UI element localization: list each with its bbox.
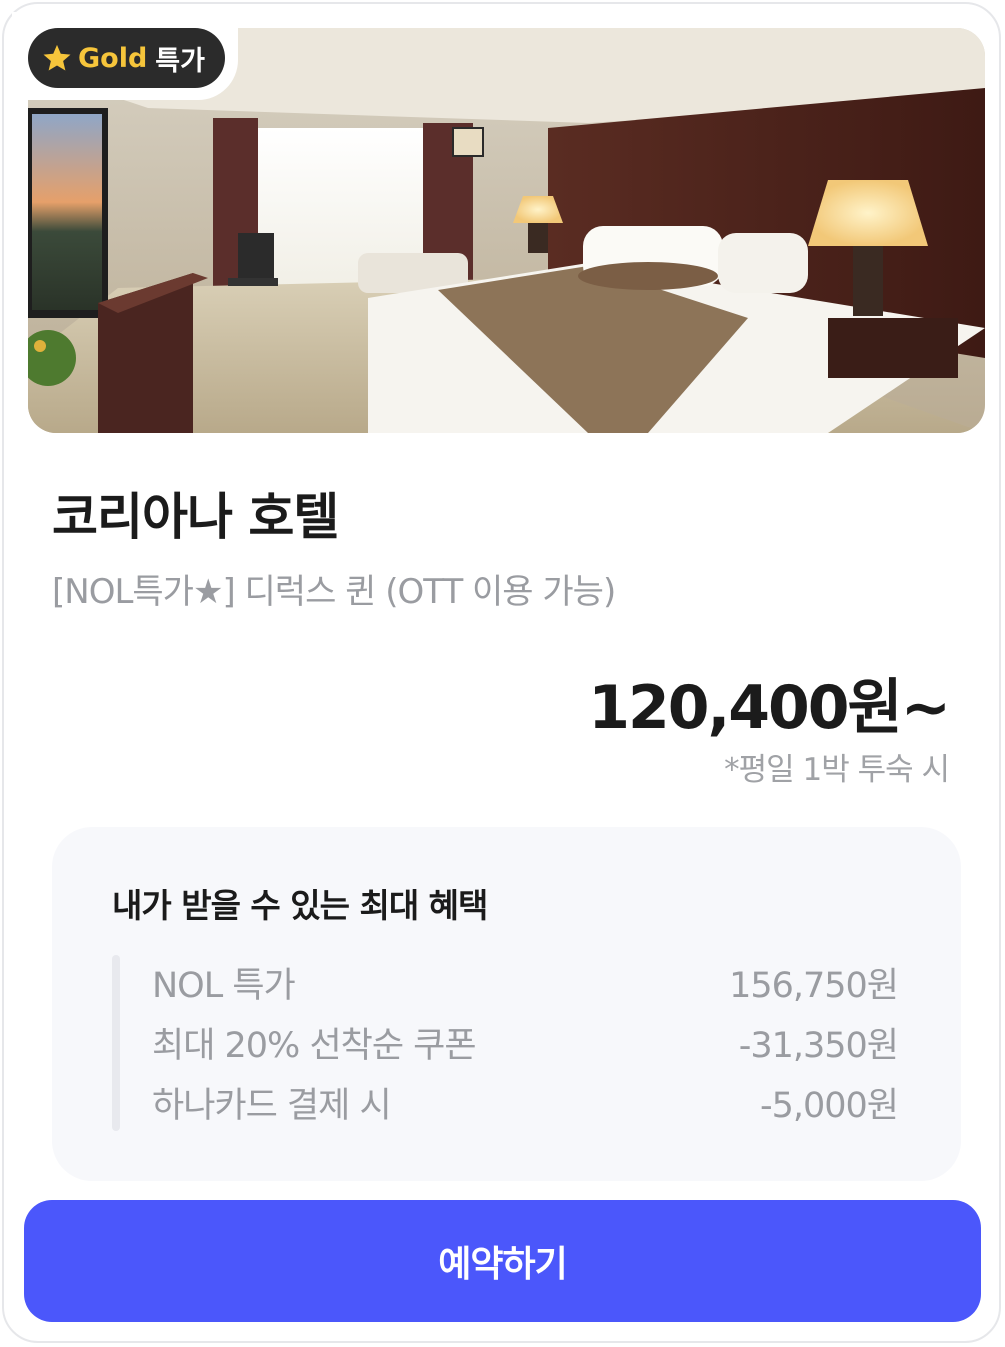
price: 120,400원~: [588, 673, 951, 743]
benefit-amount: -5,000원: [759, 1085, 899, 1126]
star-icon: [43, 44, 71, 71]
price-note: *평일 1박 투숙 시: [724, 752, 950, 788]
benefit-row: 최대 20% 선착순 쿠폰 -31,350원: [152, 1017, 899, 1067]
badge-tier: Gold: [78, 42, 148, 74]
benefit-amount: -31,350원: [738, 1025, 899, 1066]
benefit-label: 최대 20% 선착순 쿠폰: [152, 1025, 477, 1066]
benefit-panel: 내가 받을 수 있는 최대 혜택 NOL 특가 156,750원 최대 20% …: [52, 827, 961, 1181]
benefit-label: NOL 특가: [152, 965, 296, 1006]
gold-deal-badge: Gold 특가: [28, 28, 225, 88]
room-type: [NOL특가★] 디럭스 퀸 (OTT 이용 가능): [52, 572, 616, 612]
hotel-card[interactable]: Gold 특가 코리아나 호텔 [NOL특가★] 디럭스 퀸 (OTT 이용 가…: [2, 2, 1001, 1343]
benefit-row: 하나카드 결제 시 -5,000원: [152, 1077, 899, 1127]
benefit-label: 하나카드 결제 시: [152, 1085, 392, 1126]
book-button[interactable]: 예약하기: [24, 1200, 981, 1322]
hotel-name: 코리아나 호텔: [52, 488, 339, 546]
benefit-title: 내가 받을 수 있는 최대 혜택: [112, 886, 488, 925]
benefit-divider: [112, 955, 120, 1131]
badge-label: 특가: [155, 45, 205, 77]
benefit-row: NOL 특가 156,750원: [152, 957, 899, 1007]
benefit-amount: 156,750원: [729, 965, 899, 1006]
